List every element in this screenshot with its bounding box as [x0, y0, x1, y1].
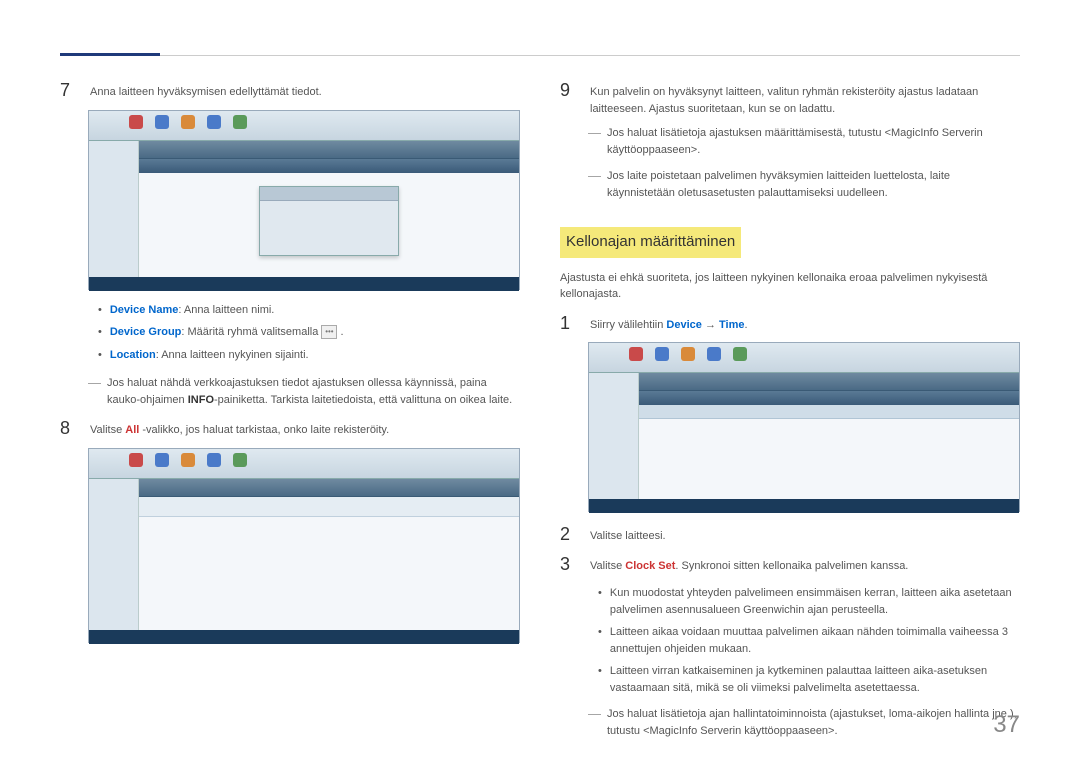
dash-icon: ― [588, 168, 601, 201]
step-number: 9 [560, 80, 578, 117]
location-text: : Anna laitteen nykyinen sijainti. [156, 349, 309, 361]
step-number: 3 [560, 554, 578, 576]
step-number: 2 [560, 524, 578, 546]
page-number: 37 [993, 707, 1020, 743]
step-text: Anna laitteen hyväksymisen edellyttämät … [90, 80, 520, 102]
bullet-icon [98, 302, 102, 319]
dash-icon: ― [588, 125, 601, 158]
screenshot-device-time [588, 342, 1020, 512]
note-text-post: -painiketta. Tarkista laitetiedoista, et… [214, 394, 512, 406]
step-3: 3 Valitse Clock Set. Synkronoi sitten ke… [560, 554, 1020, 576]
step-1: 1 Siirry välilehtiin Device → Time. [560, 313, 1020, 335]
note-item: ― Jos laite poistetaan palvelimen hyväks… [588, 168, 1020, 201]
bullet-icon [598, 663, 602, 696]
step-number: 1 [560, 313, 578, 335]
header-rule [60, 55, 1020, 56]
field-bullets: Device Name: Anna laitteen nimi. Device … [98, 302, 520, 364]
screenshot-header [89, 111, 519, 141]
step-2: 2 Valitse laitteesi. [560, 524, 1020, 546]
device-tab-label: Device [666, 319, 701, 331]
bullet-icon [598, 624, 602, 657]
dash-icon: ― [88, 375, 101, 408]
step-number: 7 [60, 80, 78, 102]
bullet-icon [98, 347, 102, 364]
list-item: Laitteen virran katkaiseminen ja kytkemi… [598, 663, 1020, 696]
list-item: Kun muodostat yhteyden palvelimeen ensim… [598, 585, 1020, 618]
bullet-icon [98, 324, 102, 341]
list-item: Location: Anna laitteen nykyinen sijaint… [98, 347, 520, 364]
step1-pre: Siirry välilehtiin [590, 319, 666, 331]
sub-bullet-text: Kun muodostat yhteyden palvelimeen ensim… [610, 585, 1020, 618]
ellipsis-button-icon: ••• [321, 325, 337, 339]
bullet-icon [598, 585, 602, 618]
step-text: Kun palvelin on hyväksynyt laitteen, val… [590, 80, 1020, 117]
step-text: Valitse Clock Set. Synkronoi sitten kell… [590, 554, 1020, 576]
header-accent [60, 53, 160, 56]
step-text: Valitse All -valikko, jos haluat tarkist… [90, 418, 520, 440]
screenshot-device-approval [88, 110, 520, 290]
sub-bullet-text: Laitteen aikaa voidaan muuttaa palvelime… [610, 624, 1020, 657]
page-content: 7 Anna laitteen hyväksymisen edellyttämä… [0, 0, 1080, 779]
section-intro: Ajastusta ei ehkä suoriteta, jos laittee… [560, 270, 1020, 303]
all-label: All [125, 424, 139, 436]
step3-pre: Valitse [590, 560, 625, 572]
list-item: Device Name: Anna laitteen nimi. [98, 302, 520, 319]
sub-bullets: Kun muodostat yhteyden palvelimeen ensim… [598, 585, 1020, 696]
step-text: Siirry välilehtiin Device → Time. [590, 313, 1020, 335]
note-text: Jos haluat lisätietoja ajan hallintatoim… [607, 706, 1020, 739]
info-label: INFO [188, 394, 214, 406]
approval-dialog [259, 186, 399, 256]
dash-icon: ― [588, 706, 601, 739]
step3-post: . Synkronoi sitten kellonaika palvelimen… [675, 560, 908, 572]
device-name-label: Device Name [110, 304, 179, 316]
step-text: Valitse laitteesi. [590, 524, 1020, 546]
screenshot-header [89, 449, 519, 479]
clock-set-label: Clock Set [625, 560, 675, 572]
step8-pre: Valitse [90, 424, 125, 436]
list-item: Laitteen aikaa voidaan muuttaa palvelime… [598, 624, 1020, 657]
device-group-text: : Määritä ryhmä valitsemalla [181, 326, 321, 338]
note-item: ― Jos haluat nähdä verkkoajastuksen tied… [88, 375, 520, 408]
location-label: Location [110, 349, 156, 361]
step1-post: . [745, 319, 748, 331]
step-7: 7 Anna laitteen hyväksymisen edellyttämä… [60, 80, 520, 102]
note-item: ― Jos haluat lisätietoja ajastuksen määr… [588, 125, 1020, 158]
note-text: Jos haluat lisätietoja ajastuksen määrit… [607, 125, 1020, 158]
time-tab-label: Time [719, 319, 744, 331]
sub-bullet-text: Laitteen virran katkaiseminen ja kytkemi… [610, 663, 1020, 696]
step-9: 9 Kun palvelin on hyväksynyt laitteen, v… [560, 80, 1020, 117]
step8-post: -valikko, jos haluat tarkistaa, onko lai… [139, 424, 389, 436]
note-text: Jos laite poistetaan palvelimen hyväksym… [607, 168, 1020, 201]
right-column: 9 Kun palvelin on hyväksynyt laitteen, v… [560, 50, 1020, 749]
note-item: ― Jos haluat lisätietoja ajan hallintato… [588, 706, 1020, 739]
section-heading: Kellonajan määrittäminen [560, 227, 741, 258]
step-number: 8 [60, 418, 78, 440]
list-item: Device Group: Määritä ryhmä valitsemalla… [98, 324, 520, 341]
left-column: 7 Anna laitteen hyväksymisen edellyttämä… [60, 50, 520, 749]
device-name-text: : Anna laitteen nimi. [178, 304, 274, 316]
screenshot-header [589, 343, 1019, 373]
step-8: 8 Valitse All -valikko, jos haluat tarki… [60, 418, 520, 440]
device-group-label: Device Group [110, 326, 182, 338]
screenshot-all-view [88, 448, 520, 643]
arrow: → [702, 319, 719, 331]
